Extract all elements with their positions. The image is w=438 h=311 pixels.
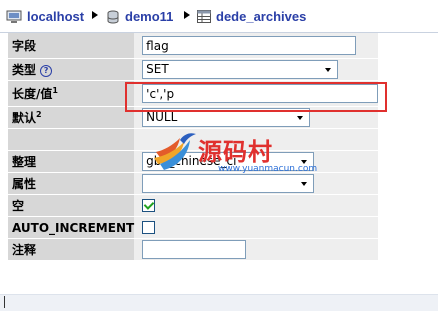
field-name-input[interactable] — [142, 36, 357, 55]
field-edit-form: 字段 类型? SET 长度/值1 默认2 NULL — [8, 33, 379, 261]
footnote-marker: 2 — [36, 110, 42, 119]
database-icon — [107, 10, 119, 23]
row-null: 空 — [8, 194, 379, 217]
row-attributes: 属性 — [8, 172, 379, 195]
highlight-box — [125, 82, 387, 112]
comment-label: 注释 — [8, 238, 135, 261]
collation-select[interactable]: gbk_chinese_ci — [142, 152, 315, 171]
chevron-down-icon — [293, 110, 309, 125]
collation-label: 整理 — [8, 150, 135, 173]
table-icon — [197, 10, 211, 23]
breadcrumb-separator-icon — [92, 11, 98, 19]
attributes-select[interactable] — [142, 174, 315, 193]
field-label: 字段 — [8, 33, 135, 59]
help-icon[interactable]: ? — [40, 65, 53, 77]
auto-increment-checkbox[interactable] — [142, 221, 156, 234]
footnote-marker: 1 — [52, 86, 58, 95]
text-cursor — [4, 296, 5, 308]
breadcrumb-separator-icon — [184, 11, 190, 19]
length-label: 长度/值 — [12, 87, 53, 101]
server-icon — [6, 10, 22, 23]
type-select[interactable]: SET — [142, 60, 339, 79]
collation-select-value: gbk_chinese_ci — [146, 154, 237, 168]
breadcrumb-database[interactable]: demo11 — [106, 9, 173, 24]
breadcrumb: localhost demo11 dede_archives — [0, 0, 438, 33]
chevron-down-icon — [321, 62, 337, 77]
auto-increment-label: AUTO_INCREMENT — [8, 216, 135, 239]
type-label: 类型 — [12, 63, 37, 77]
null-label: 空 — [8, 194, 135, 217]
default-select-value: NULL — [146, 110, 178, 124]
attributes-label: 属性 — [8, 172, 135, 195]
type-select-value: SET — [146, 62, 169, 76]
chevron-down-icon — [297, 176, 313, 191]
breadcrumb-server-label: localhost — [27, 9, 85, 24]
null-checkbox[interactable] — [142, 199, 156, 212]
comment-input[interactable] — [142, 240, 247, 259]
row-auto-increment: AUTO_INCREMENT — [8, 216, 379, 239]
row-collation: 整理 gbk_chinese_ci — [8, 150, 379, 173]
row-field: 字段 — [8, 33, 379, 59]
breadcrumb-table[interactable]: dede_archives — [197, 9, 306, 24]
breadcrumb-table-label: dede_archives — [216, 9, 307, 24]
footer-bar — [0, 294, 438, 311]
default-label: 默认 — [12, 111, 37, 125]
breadcrumb-database-label: demo11 — [125, 9, 174, 24]
row-type: 类型? SET — [8, 58, 379, 81]
row-spacer — [8, 128, 379, 151]
chevron-down-icon — [297, 154, 313, 169]
row-comment: 注释 — [8, 238, 379, 261]
breadcrumb-server[interactable]: localhost — [6, 9, 84, 24]
